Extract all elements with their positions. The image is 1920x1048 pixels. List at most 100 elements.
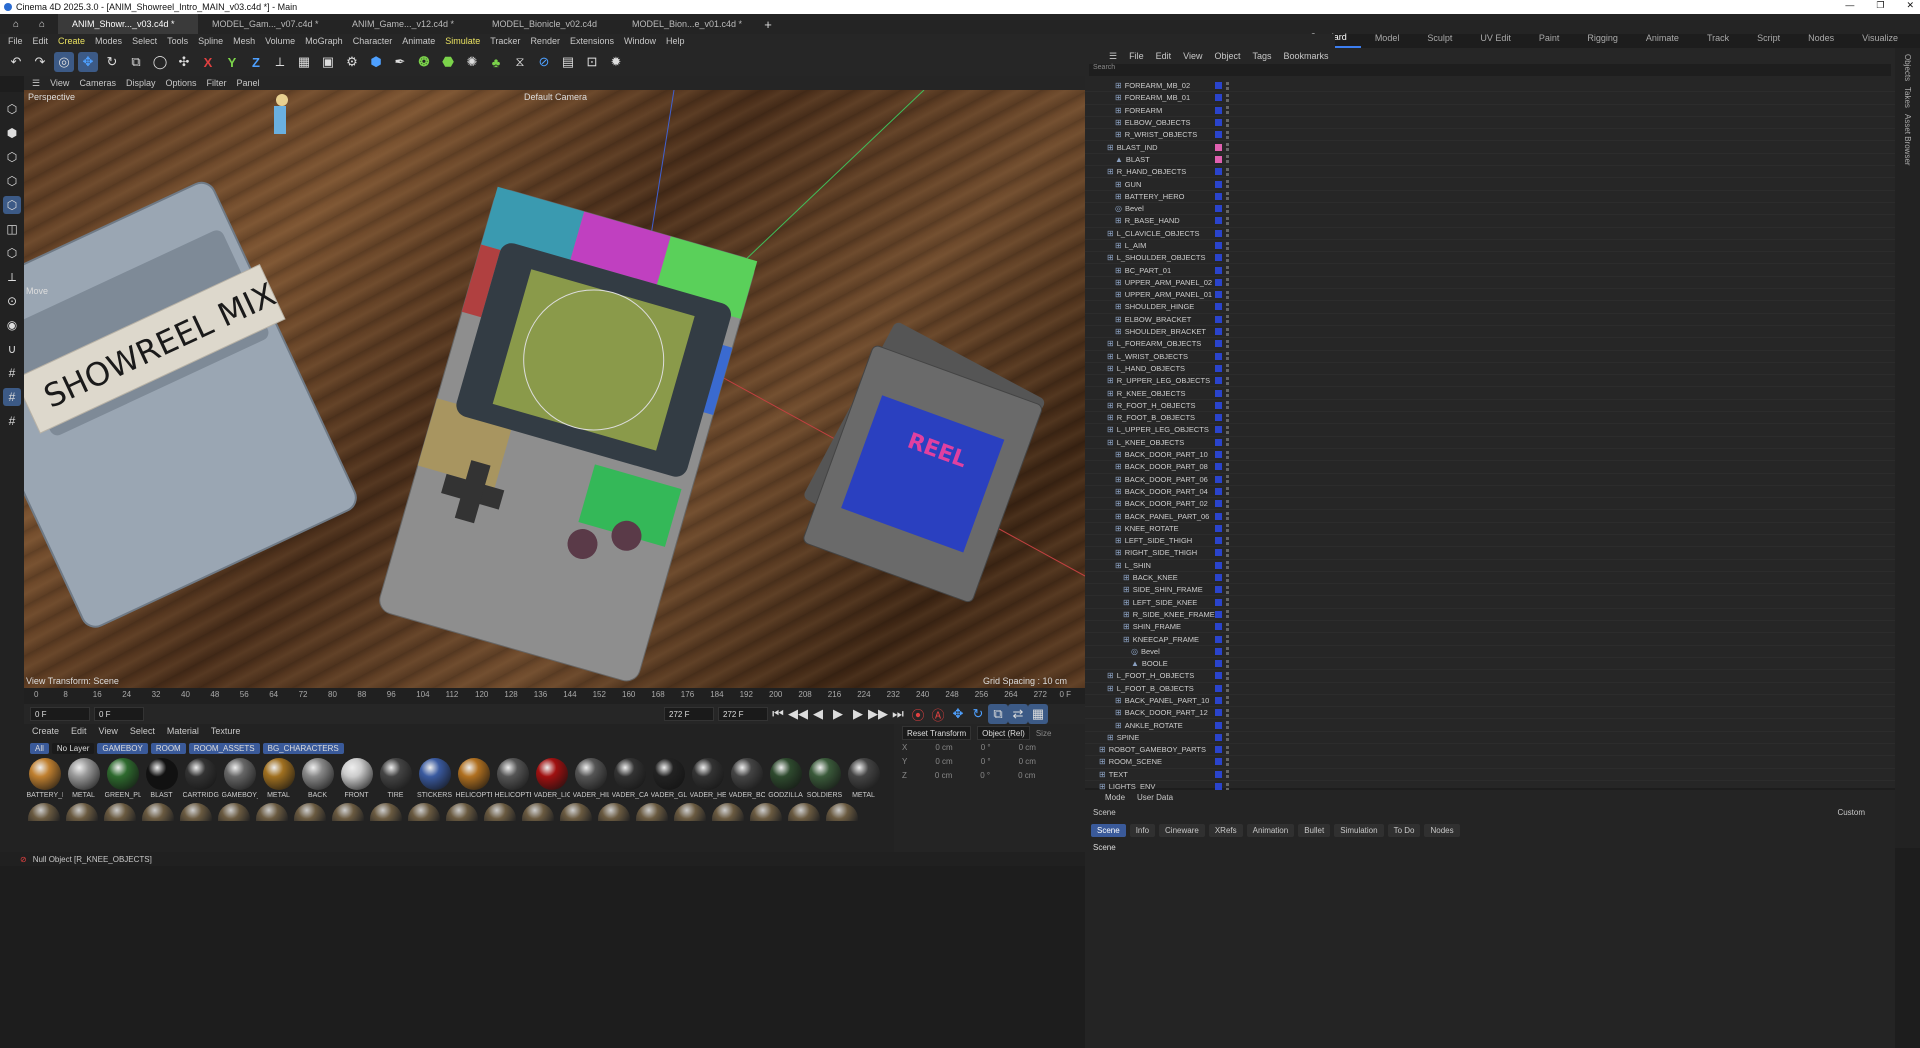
- layout-tab-visualize[interactable]: Visualize: [1848, 28, 1912, 48]
- visibility-dots[interactable]: [1226, 561, 1229, 570]
- material-swatch[interactable]: METAL: [67, 758, 100, 799]
- layout-tab-sculpt[interactable]: Sculpt: [1413, 28, 1466, 48]
- material-swatch[interactable]: HELICOPTEI: [456, 758, 492, 799]
- layer-color-swatch[interactable]: [1215, 475, 1222, 483]
- object-menu-file[interactable]: File: [1129, 51, 1144, 61]
- layer-color-swatch[interactable]: [1215, 192, 1222, 200]
- file-tab[interactable]: MODEL_Bion...e_v01.c4d *: [618, 14, 758, 34]
- layer-color-swatch[interactable]: [1215, 266, 1222, 274]
- go-to-start-icon[interactable]: ⏮: [768, 704, 788, 724]
- menu-character[interactable]: Character: [353, 36, 393, 46]
- object-row[interactable]: ⊞ BACK_KNEE: [1085, 572, 1895, 585]
- file-tab[interactable]: MODEL_Gam..._v07.c4d *: [198, 14, 338, 34]
- layer-color-swatch[interactable]: [1215, 426, 1222, 434]
- undo-icon[interactable]: ↶: [6, 52, 26, 72]
- coordinate-system-icon[interactable]: ⟂: [270, 52, 290, 72]
- object-row[interactable]: ⊞ L_HAND_OBJECTS: [1085, 363, 1895, 376]
- object-row[interactable]: ⊞ R_UPPER_LEG_OBJECTS: [1085, 375, 1895, 388]
- key-pla-icon[interactable]: ▦: [1028, 704, 1048, 724]
- material-swatch[interactable]: HELICOPTEI: [495, 758, 531, 799]
- object-row[interactable]: ⊞ LEFT_SIDE_KNEE: [1085, 596, 1895, 609]
- object-search-input[interactable]: Search: [1089, 64, 1891, 76]
- visibility-dots[interactable]: [1226, 684, 1229, 693]
- visibility-dots[interactable]: [1226, 671, 1229, 680]
- grid-snap-icon[interactable]: #: [3, 364, 21, 382]
- next-key-icon[interactable]: ▶▶: [868, 704, 888, 724]
- layer-color-swatch[interactable]: [1215, 758, 1222, 766]
- material-swatch-row2[interactable]: [522, 803, 554, 821]
- cube-icon[interactable]: ⬢: [366, 52, 386, 72]
- visibility-dots[interactable]: [1226, 438, 1229, 447]
- layer-color-swatch[interactable]: [1215, 500, 1222, 508]
- attr-tab-xrefs[interactable]: XRefs: [1208, 824, 1243, 837]
- material-swatch[interactable]: VADER_GLC: [651, 758, 687, 799]
- object-row[interactable]: ◎ Bevel: [1085, 646, 1895, 658]
- deformer-icon[interactable]: ♣: [486, 52, 506, 72]
- cassette-tape[interactable]: SHOWREEL MIX: [24, 174, 370, 632]
- visibility-dots[interactable]: [1226, 425, 1229, 434]
- material-swatch-row2[interactable]: [484, 803, 516, 821]
- material-swatch-row2[interactable]: [636, 803, 668, 821]
- object-row[interactable]: ⊞ LEFT_SIDE_THIGH: [1085, 535, 1895, 548]
- object-row[interactable]: ⊞ R_FOOT_H_OBJECTS: [1085, 400, 1895, 413]
- viewport[interactable]: SHOWREEL MIX REEL Perspective Default Ca…: [24, 90, 1085, 688]
- layer-color-swatch[interactable]: [1215, 291, 1222, 299]
- menu-mesh[interactable]: Mesh: [233, 36, 255, 46]
- object-row[interactable]: ⊞ BACK_PANEL_PART_06: [1085, 510, 1895, 523]
- object-row[interactable]: ⊞ BACK_DOOR_PART_08: [1085, 461, 1895, 474]
- menu-tracker[interactable]: Tracker: [490, 36, 520, 46]
- material-swatch-row2[interactable]: [598, 803, 630, 821]
- menu-edit[interactable]: Edit: [33, 36, 49, 46]
- preview-start-field[interactable]: 0 F: [94, 707, 144, 721]
- menu-window[interactable]: Window: [624, 36, 656, 46]
- material-swatch[interactable]: FRONT: [340, 758, 373, 799]
- visibility-dots[interactable]: [1226, 204, 1229, 213]
- visibility-dots[interactable]: [1226, 241, 1229, 250]
- material-swatch[interactable]: CARTRIDGE: [183, 758, 219, 799]
- layer-color-swatch[interactable]: [1215, 438, 1222, 446]
- material-swatch[interactable]: METAL: [847, 758, 880, 799]
- visibility-dots[interactable]: [1226, 499, 1229, 508]
- side-tab-asset-browser[interactable]: Asset Browser: [1903, 114, 1912, 166]
- material-swatch[interactable]: SOLDIERS: [807, 758, 842, 799]
- object-mode-icon[interactable]: ⬡: [3, 100, 21, 118]
- layer-color-swatch[interactable]: [1215, 660, 1222, 668]
- layer-color-swatch[interactable]: [1215, 315, 1222, 323]
- keyframe-icon[interactable]: ✥: [948, 704, 968, 724]
- maximize-icon[interactable]: ❐: [1876, 0, 1884, 14]
- coord-rot[interactable]: 0 °: [980, 771, 990, 780]
- menu-select[interactable]: Select: [132, 36, 157, 46]
- viewport-menu-options[interactable]: Options: [165, 78, 196, 88]
- layer-color-swatch[interactable]: [1215, 377, 1222, 385]
- layout-tab-nodes[interactable]: Nodes: [1794, 28, 1848, 48]
- visibility-dots[interactable]: [1226, 757, 1229, 766]
- visibility-dots[interactable]: [1226, 327, 1229, 336]
- layer-color-swatch[interactable]: [1215, 205, 1222, 213]
- visibility-dots[interactable]: [1226, 266, 1229, 275]
- visibility-dots[interactable]: [1226, 401, 1229, 410]
- object-row[interactable]: ⊞ ELBOW_BRACKET: [1085, 314, 1895, 326]
- material-swatch[interactable]: VADER_LIGI: [534, 758, 570, 799]
- layer-color-swatch[interactable]: [1215, 389, 1222, 397]
- cloner-icon[interactable]: ✺: [462, 52, 482, 72]
- layer-color-swatch[interactable]: [1215, 131, 1222, 139]
- material-swatch-row2[interactable]: [256, 803, 288, 821]
- material-swatch-row2[interactable]: [826, 803, 858, 821]
- visibility-dots[interactable]: [1226, 229, 1229, 238]
- coord-pos[interactable]: 0 cm: [935, 757, 952, 766]
- layer-color-swatch[interactable]: [1215, 549, 1222, 557]
- object-row[interactable]: ⊞ BACK_DOOR_PART_02: [1085, 498, 1895, 511]
- visibility-dots[interactable]: [1226, 352, 1229, 361]
- material-swatch-row2[interactable]: [674, 803, 706, 821]
- attr-tab-animation[interactable]: Animation: [1246, 824, 1295, 837]
- material-swatch[interactable]: GAMEBOY_: [222, 758, 258, 799]
- layout-tab-uv-edit[interactable]: UV Edit: [1466, 28, 1525, 48]
- visibility-dots[interactable]: [1226, 216, 1229, 225]
- close-icon[interactable]: ✕: [1906, 0, 1914, 14]
- move-icon[interactable]: ✥: [78, 52, 98, 72]
- object-row[interactable]: ⊞ R_BASE_HAND: [1085, 215, 1895, 228]
- object-row[interactable]: ⊞ BATTERY_HERO: [1085, 191, 1895, 203]
- attr-tab-simulation[interactable]: Simulation: [1334, 824, 1384, 837]
- visibility-dots[interactable]: [1226, 721, 1229, 730]
- visibility-dots[interactable]: [1226, 450, 1229, 459]
